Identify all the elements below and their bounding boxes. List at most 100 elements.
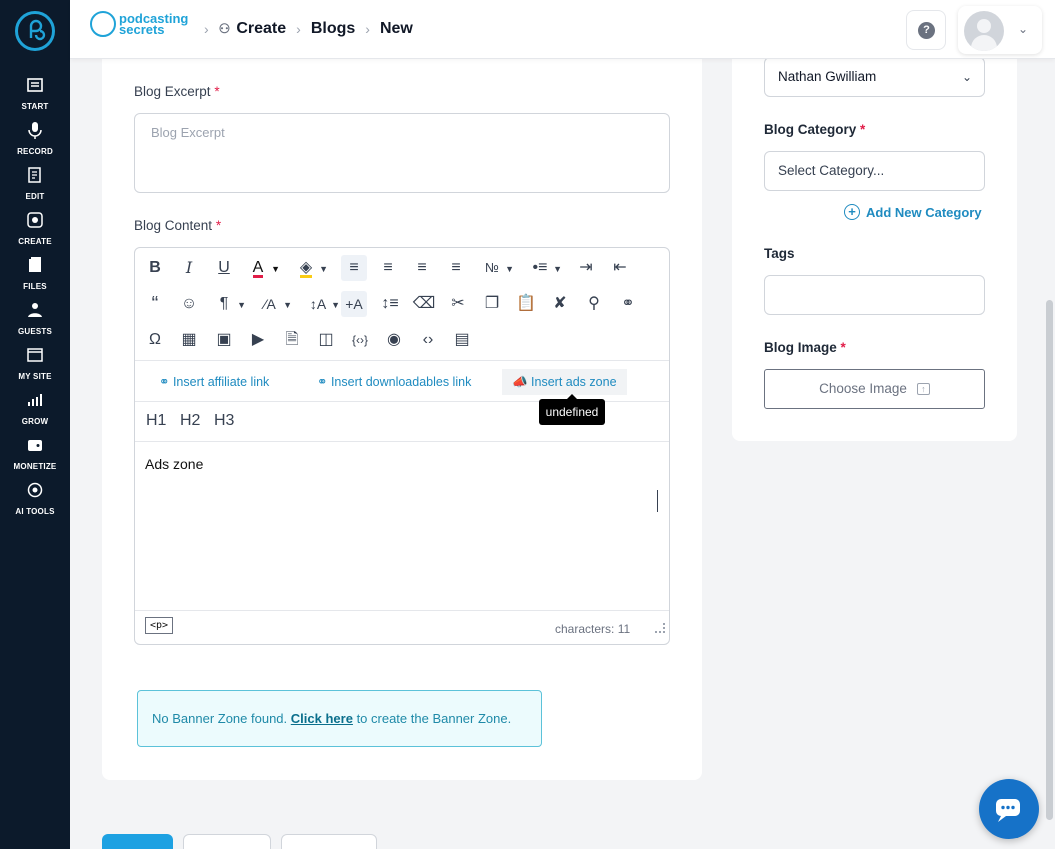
- highlight-color-icon[interactable]: ◈ ▼: [293, 255, 328, 281]
- align-center-icon[interactable]: ≡: [375, 255, 401, 281]
- file-icon[interactable]: 🗎: [279, 327, 305, 353]
- insert-ads-zone-button[interactable]: 📣 Insert ads zone: [502, 369, 627, 395]
- layout-icon[interactable]: ◫: [313, 327, 339, 353]
- top-header: podcasting secrets › ⚇ Create › Blogs › …: [70, 0, 1055, 59]
- font-color-icon[interactable]: A ▼: [245, 255, 280, 281]
- breadcrumb-separator-icon: ›: [296, 21, 301, 37]
- blog-settings-card: Nathan Gwilliam ⌄ Blog Category * Select…: [732, 57, 1017, 441]
- app-logo[interactable]: [15, 11, 55, 51]
- nav-start[interactable]: START: [0, 76, 70, 114]
- emoji-icon[interactable]: ☺: [176, 291, 202, 317]
- nav-my-site[interactable]: MY SITE: [0, 346, 70, 384]
- user-menu-button[interactable]: ⌄: [958, 6, 1042, 54]
- brand-logo[interactable]: podcasting secrets: [90, 11, 188, 37]
- select-block-icon[interactable]: ▤: [449, 327, 475, 353]
- cut-icon[interactable]: ✂: [445, 291, 471, 317]
- editor-status-bar: <p> characters: 11: [135, 610, 669, 644]
- toolbar-row-1: B I U A ▼ ◈ ▼ ≡ ≡ ≡ ≡ № ▼ •≡ ▼ ⇥ ⇤: [135, 250, 669, 286]
- secondary-button[interactable]: [183, 834, 271, 849]
- font-family-icon[interactable]: ⁄A ▼: [257, 291, 292, 317]
- chevron-down-icon: ⌄: [961, 70, 972, 84]
- indent-icon[interactable]: ⇥: [573, 255, 599, 281]
- breadcrumb: › ⚇ Create › Blogs › New: [204, 20, 413, 38]
- megaphone-icon: 📣: [512, 375, 532, 389]
- create-icon: [27, 212, 43, 228]
- nav-edit[interactable]: EDIT: [0, 166, 70, 204]
- preview-eye-icon[interactable]: ◉: [381, 327, 407, 353]
- brand-mark-icon: [90, 11, 116, 37]
- outdent-icon[interactable]: ⇤: [607, 255, 633, 281]
- paste-icon[interactable]: 📋: [513, 291, 539, 317]
- italic-icon[interactable]: I: [176, 255, 202, 281]
- select-all-icon[interactable]: ✘: [547, 291, 573, 317]
- nav-grow[interactable]: GROW: [0, 391, 70, 429]
- table-icon[interactable]: ▦: [176, 327, 202, 353]
- ordered-list-icon[interactable]: № ▼: [479, 255, 514, 281]
- align-justify-icon[interactable]: ≡: [443, 255, 469, 281]
- font-size-icon[interactable]: ↕A ▼: [305, 291, 340, 317]
- copy-icon[interactable]: ❐: [479, 291, 505, 317]
- paragraph-format-icon[interactable]: ¶ ▼: [211, 291, 246, 317]
- unordered-list-icon[interactable]: •≡ ▼: [527, 255, 562, 281]
- help-button[interactable]: ?: [906, 10, 946, 50]
- chevron-down-icon: ⌄: [1018, 22, 1029, 36]
- breadcrumb-create[interactable]: Create: [236, 20, 286, 38]
- bold-icon[interactable]: B: [142, 255, 168, 281]
- source-code-icon[interactable]: ‹›: [415, 327, 441, 353]
- add-new-category-button[interactable]: + Add New Category: [844, 204, 982, 220]
- align-left-icon[interactable]: ≡: [341, 255, 367, 281]
- embed-icon[interactable]: {‹›}: [347, 327, 373, 353]
- author-select[interactable]: Nathan Gwilliam ⌄: [764, 57, 985, 97]
- breadcrumb-separator-icon: ›: [365, 21, 370, 37]
- nav-files[interactable]: FILES: [0, 256, 70, 294]
- category-select[interactable]: Select Category...: [764, 151, 985, 191]
- line-height-plus-icon[interactable]: +A: [341, 291, 367, 317]
- insert-affiliate-link-button[interactable]: ⚭ Insert affiliate link: [149, 369, 279, 395]
- link-icon[interactable]: ⚭: [615, 291, 641, 317]
- nav-monetize[interactable]: MONETIZE: [0, 436, 70, 474]
- save-button[interactable]: [102, 834, 173, 849]
- nav-create[interactable]: CREATE: [0, 211, 70, 249]
- upload-icon: ↑: [916, 383, 930, 396]
- blockquote-icon[interactable]: “: [142, 291, 168, 317]
- start-icon: [27, 78, 43, 92]
- line-spacing-icon[interactable]: ↕≡: [377, 291, 403, 317]
- category-label: Blog Category *: [764, 122, 866, 137]
- chat-widget-button[interactable]: [979, 779, 1039, 839]
- tags-input[interactable]: [764, 275, 985, 315]
- video-icon[interactable]: ▶: [245, 327, 271, 353]
- resize-handle-icon[interactable]: [655, 623, 665, 633]
- heading-h3-button[interactable]: H3: [214, 412, 234, 430]
- image-label: Blog Image *: [764, 340, 846, 355]
- chart-icon: [28, 394, 42, 406]
- page-scrollbar[interactable]: [1046, 300, 1053, 820]
- path-tag[interactable]: <p>: [145, 617, 174, 634]
- create-banner-zone-link[interactable]: Click here: [291, 711, 353, 726]
- heading-h2-button[interactable]: H2: [180, 412, 200, 430]
- guests-icon: [28, 303, 42, 317]
- ai-tools-icon: [27, 482, 43, 498]
- files-icon: [29, 257, 41, 272]
- eraser-icon[interactable]: ⌫: [411, 291, 437, 317]
- nav-record[interactable]: RECORD: [0, 121, 70, 159]
- breadcrumb-blogs[interactable]: Blogs: [311, 20, 355, 38]
- character-count: characters: 11: [555, 622, 631, 636]
- align-right-icon[interactable]: ≡: [409, 255, 435, 281]
- heading-h1-button[interactable]: H1: [146, 412, 166, 430]
- excerpt-textarea[interactable]: Blog Excerpt: [134, 113, 670, 193]
- find-icon[interactable]: ⚲: [581, 291, 607, 317]
- link-icon: ⚭: [317, 375, 331, 389]
- nav-ai-tools[interactable]: AI TOOLS: [0, 481, 70, 519]
- cancel-button[interactable]: [281, 834, 377, 849]
- image-icon[interactable]: ▣: [211, 327, 237, 353]
- editor-content[interactable]: Ads zone: [145, 456, 203, 472]
- breadcrumb-create-icon: ⚇: [218, 21, 231, 36]
- chat-icon: [996, 799, 1020, 822]
- nav-guests[interactable]: GUESTS: [0, 301, 70, 339]
- text-cursor: [657, 490, 658, 512]
- special-char-icon[interactable]: Ω: [142, 327, 168, 353]
- insert-downloadables-link-button[interactable]: ⚭ Insert downloadables link: [307, 369, 481, 395]
- underline-icon[interactable]: U: [211, 255, 237, 281]
- choose-image-button[interactable]: Choose Image ↑: [764, 369, 985, 409]
- help-icon: ?: [918, 22, 935, 39]
